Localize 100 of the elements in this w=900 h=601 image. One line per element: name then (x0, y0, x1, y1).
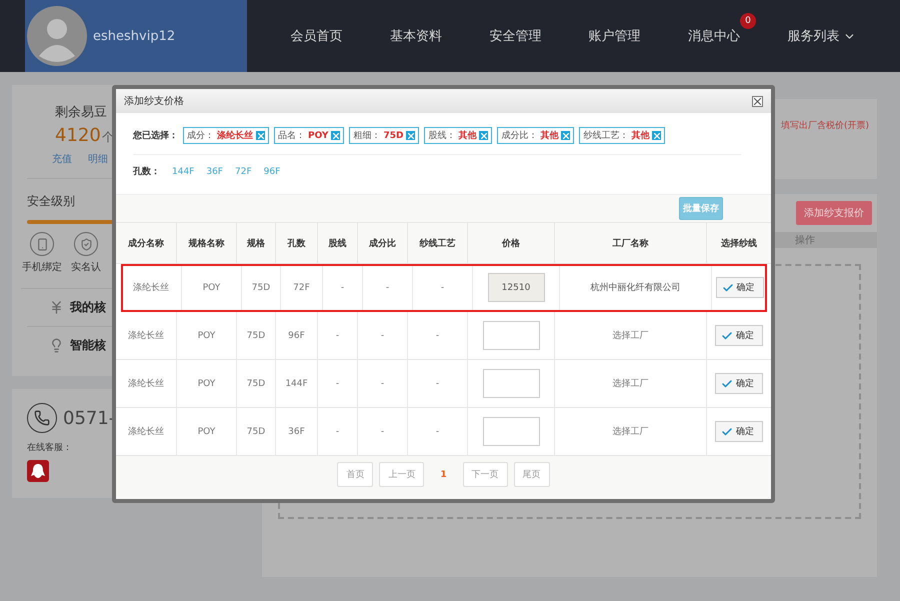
factory-name[interactable]: 杭州中丽化纤有限公司 (590, 281, 680, 294)
column-header: 孔数 (276, 223, 318, 263)
nav-link[interactable]: 会员首页 (290, 27, 343, 45)
table-cell: 涤纶长丝 (121, 264, 182, 311)
confirm-button[interactable]: 确定 (715, 373, 763, 394)
factory-name[interactable]: 选择工厂 (612, 329, 648, 342)
confirm-button[interactable]: 确定 (715, 325, 763, 346)
remove-icon[interactable] (331, 131, 340, 140)
price-field[interactable] (482, 417, 540, 446)
nav-link[interactable]: 服务列表 (787, 27, 856, 45)
check-icon (721, 330, 733, 342)
phone-icon (27, 403, 57, 433)
column-header: 价格 (468, 223, 555, 263)
table-cell: 72F (281, 264, 323, 311)
balance-unit: 个 (102, 129, 114, 146)
menu-item[interactable]: 智能核 (70, 337, 106, 354)
table-cell: - (358, 360, 408, 407)
table-cell: 75D (237, 312, 276, 359)
filter-tag: 股线： 其他 (424, 127, 492, 144)
table-row[interactable]: 涤纶长丝 POY 75D 96F - - - 选择工厂 确定 (116, 312, 771, 360)
remove-icon[interactable] (479, 131, 488, 140)
nav-link[interactable]: 消息中心 (688, 27, 740, 45)
balance-label: 剩余易豆 (54, 104, 108, 121)
avatar (27, 6, 87, 66)
check-icon (721, 426, 733, 438)
table-cell: POY (182, 264, 242, 311)
security-item-label: 实名认 (71, 260, 101, 274)
table-row[interactable]: 涤纶长丝 POY 75D 72F - - - 12510 杭州中丽化纤有限公司 确定 (121, 264, 767, 312)
price-field[interactable] (482, 321, 540, 350)
current-page: 1 (439, 470, 448, 480)
filter-tag: 品名： POY (274, 127, 344, 144)
balance-amount: 4120 (55, 125, 101, 146)
table-cell: - (408, 312, 468, 359)
column-header: 规格名称 (177, 223, 237, 263)
table-cell: 涤纶长丝 (116, 312, 177, 359)
filter-tag: 粗细： 75D (349, 127, 420, 144)
shield-icon (74, 232, 98, 256)
lightbulb-icon (49, 338, 64, 353)
table-cell: - (323, 264, 363, 311)
factory-name[interactable]: 选择工厂 (612, 377, 648, 390)
table-cell: 75D (237, 408, 276, 455)
table-row[interactable]: 涤纶长丝 POY 75D 144F - - - 选择工厂 确定 (116, 360, 771, 408)
table-cell: 涤纶长丝 (116, 360, 177, 407)
user-name: esheshvip12 (93, 28, 176, 44)
close-button[interactable] (752, 96, 763, 106)
table-cell: 144F (276, 360, 318, 407)
table-cell: - (318, 408, 358, 455)
table-cell: POY (177, 360, 237, 407)
table-cell: 75D (237, 360, 276, 407)
table-cell: - (318, 312, 358, 359)
table-cell: - (408, 408, 468, 455)
security-item-label: 手机绑定 (22, 260, 62, 274)
table-cell: 75D (242, 264, 281, 311)
mobile-icon (30, 232, 54, 256)
confirm-button[interactable]: 确定 (716, 277, 764, 298)
column-header: 成分名称 (116, 223, 177, 263)
filter-tag: 纱线工艺： 其他 (579, 127, 666, 144)
dialog-title: 添加纱支价格 (124, 94, 184, 108)
yen-icon (49, 300, 64, 315)
notice-text: 填写出厂含税价(开票) (780, 120, 869, 133)
filter-tag: 成分： 涤纶长丝 (183, 127, 269, 144)
penguin-icon[interactable] (27, 460, 49, 482)
column-header: 规格 (237, 223, 276, 263)
factory-name[interactable]: 选择工厂 (612, 425, 648, 438)
remove-icon[interactable] (652, 131, 662, 140)
holes-label: 孔数： (133, 166, 160, 178)
table-cell: 涤纶长丝 (116, 408, 177, 455)
price-field[interactable] (482, 369, 540, 398)
nav-link[interactable]: 安全管理 (489, 27, 542, 45)
confirm-button[interactable]: 确定 (715, 421, 763, 442)
column-header: 成分比 (358, 223, 408, 263)
service-label: 在线客服： (27, 442, 73, 454)
remove-icon[interactable] (406, 131, 416, 140)
hotline-number: 0571- (63, 408, 116, 428)
table-cell: - (358, 312, 408, 359)
table-cell: - (363, 264, 413, 311)
column-header: 股线 (318, 223, 358, 263)
table-cell: 96F (276, 312, 318, 359)
selection-label: 您已选择： (133, 129, 178, 142)
price-field[interactable]: 12510 (488, 273, 544, 302)
remove-icon[interactable] (256, 131, 265, 140)
security-title: 安全级别 (27, 193, 76, 210)
column-header: 操作 (795, 234, 815, 247)
table-cell: - (413, 264, 473, 311)
table-cell: - (318, 360, 358, 407)
nav-link[interactable]: 账户管理 (588, 27, 641, 45)
column-header: 工厂名称 (555, 223, 707, 263)
table-cell: POY (177, 408, 237, 455)
filter-tag: 成分比： 其他 (497, 127, 574, 144)
menu-item[interactable]: 我的核 (70, 299, 106, 316)
column-header: 纱线工艺 (408, 223, 468, 263)
notification-badge: 0 (740, 13, 756, 29)
table-cell: POY (177, 312, 237, 359)
table-cell: - (358, 408, 408, 455)
check-icon (722, 282, 734, 294)
remove-icon[interactable] (561, 131, 570, 140)
check-icon (721, 378, 733, 390)
column-header: 选择纱线 (720, 237, 758, 250)
nav-link[interactable]: 基本资料 (390, 27, 442, 45)
table-cell: - (408, 360, 468, 407)
